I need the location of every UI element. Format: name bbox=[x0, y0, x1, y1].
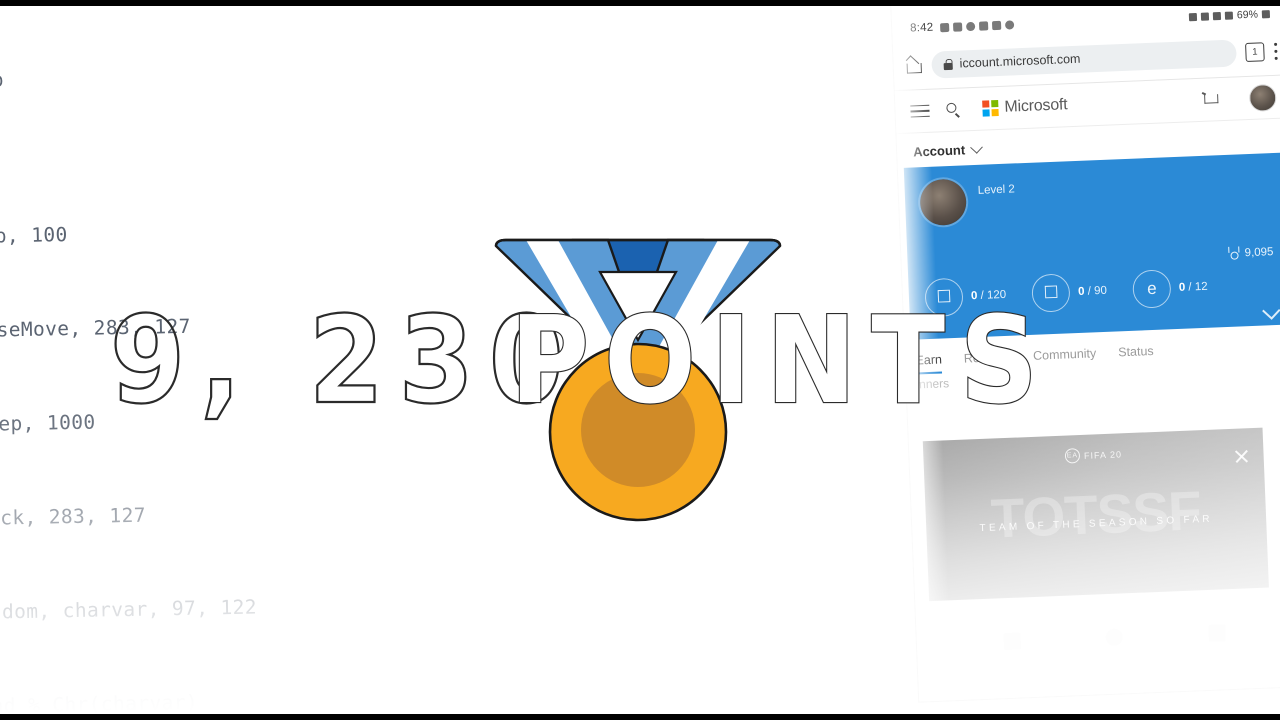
edge-icon: e bbox=[1132, 269, 1172, 309]
avatar[interactable] bbox=[1248, 83, 1277, 112]
stat-value: 0 / 90 bbox=[1077, 284, 1108, 298]
nav-icon-2[interactable] bbox=[1105, 627, 1124, 646]
hamburger-icon[interactable] bbox=[910, 104, 930, 119]
rewards-card[interactable]: Level 2 9,095 ☐ 0 / 120 ☐ 0 / 90 e 0 / 1… bbox=[903, 152, 1280, 340]
medal-icon bbox=[1227, 246, 1239, 259]
fifa-logo: EA FIFA 20 bbox=[1064, 446, 1123, 464]
mobile-search-icon: ☐ bbox=[924, 277, 964, 318]
account-label: Account bbox=[912, 141, 966, 159]
chevron-down-icon bbox=[970, 140, 983, 154]
sync-icon bbox=[979, 20, 989, 31]
url-text: iccount.microsoft.com bbox=[959, 51, 1081, 71]
ea-icon: EA bbox=[1064, 448, 1081, 464]
kebab-menu-icon[interactable] bbox=[1273, 42, 1278, 60]
link-icon bbox=[992, 20, 1002, 30]
phone-content: 8:42 69% iccount.microsoft.com 1 Microso… bbox=[891, 0, 1280, 702]
clock-icon bbox=[1005, 19, 1015, 30]
url-input[interactable]: iccount.microsoft.com bbox=[931, 38, 1237, 79]
tab-community[interactable]: Community bbox=[1033, 346, 1097, 363]
code-line: oop bbox=[0, 67, 5, 92]
home-icon[interactable] bbox=[905, 58, 923, 74]
rewards-level: Level 2 bbox=[977, 183, 1016, 197]
lock-icon bbox=[943, 58, 952, 69]
download-icon bbox=[953, 21, 963, 32]
nav-icon-3[interactable] bbox=[1208, 623, 1227, 642]
code-editor-screenshot: oop eep, 100 ouseMove, 283, 127 leep, 10… bbox=[0, 0, 400, 718]
rewards-avatar bbox=[919, 178, 968, 227]
rewards-stats: ☐ 0 / 120 ☐ 0 / 90 e 0 / 12 bbox=[908, 264, 1280, 318]
battery-icon bbox=[1261, 10, 1271, 19]
promo-banner[interactable]: EA FIFA 20 TOTSSF TEAM OF THE SEASON SO … bbox=[922, 427, 1269, 602]
phone-bottom-nav bbox=[916, 614, 1280, 660]
microsoft-wordmark: Microsoft bbox=[1004, 96, 1068, 116]
phone-screenshot: 8:42 69% iccount.microsoft.com 1 Microso… bbox=[891, 0, 1280, 702]
code-lines: oop eep, 100 ouseMove, 283, 127 leep, 10… bbox=[0, 0, 429, 720]
video-frame: oop eep, 100 ouseMove, 283, 127 leep, 10… bbox=[0, 0, 1280, 720]
fifa-logo-text: FIFA 20 bbox=[1083, 448, 1123, 461]
medal-emoji bbox=[488, 232, 788, 532]
code-line: ouseMove, 283, 127 bbox=[0, 314, 192, 342]
rewards-identity: Level 2 bbox=[977, 176, 1016, 197]
code-line: andom, charvar, 97, 122 bbox=[0, 595, 258, 624]
pc-search-icon: ☐ bbox=[1031, 273, 1071, 313]
bluetooth-icon bbox=[1188, 12, 1198, 22]
letterbox-bottom bbox=[0, 714, 1280, 720]
code-line: eep, 100 bbox=[0, 223, 68, 249]
code-line: lick, 283, 127 bbox=[0, 503, 147, 530]
letterbox-top bbox=[0, 0, 1280, 6]
cell-signal-icon bbox=[1224, 11, 1234, 20]
wifi-signal-icon bbox=[1212, 12, 1222, 21]
stat-pc-search[interactable]: ☐ 0 / 90 bbox=[1031, 272, 1107, 313]
vibrate-icon bbox=[1200, 12, 1210, 21]
code-line: leep, 1000 bbox=[0, 410, 96, 436]
status-time: 8:42 bbox=[909, 21, 934, 35]
medal-emoji-svg bbox=[494, 238, 782, 522]
wifi-icon bbox=[940, 22, 950, 32]
battery-percent: 69% bbox=[1236, 8, 1259, 22]
rewards-tabs: Earn Redeem Community Status bbox=[915, 332, 1280, 373]
rewards-points-value: 9,095 bbox=[1244, 245, 1274, 259]
tab-count-button[interactable]: 1 bbox=[1245, 41, 1265, 62]
chevron-down-icon[interactable] bbox=[1262, 301, 1280, 320]
close-icon[interactable] bbox=[1233, 448, 1250, 465]
medal-disc-inner bbox=[581, 373, 695, 487]
search-icon[interactable] bbox=[946, 102, 962, 118]
rewards-card-top: Level 2 bbox=[904, 152, 1280, 227]
status-notification-icons bbox=[940, 19, 1015, 32]
cart-icon[interactable] bbox=[1202, 92, 1220, 108]
tab-redeem[interactable]: Redeem bbox=[964, 350, 1012, 366]
message-icon bbox=[966, 21, 976, 31]
nav-icon-1[interactable] bbox=[1003, 632, 1022, 650]
stat-mobile-search[interactable]: ☐ 0 / 120 bbox=[924, 276, 1007, 318]
section-subtitle: inners bbox=[916, 376, 950, 392]
stat-value: 0 / 12 bbox=[1178, 280, 1208, 294]
microsoft-squares-icon bbox=[982, 100, 999, 117]
tab-status[interactable]: Status bbox=[1118, 344, 1154, 359]
status-right-icons: 69% bbox=[1188, 8, 1271, 23]
rewards-points-total: 9,095 bbox=[1227, 245, 1273, 260]
stat-edge-bonus[interactable]: e 0 / 12 bbox=[1132, 268, 1208, 309]
tab-earn[interactable]: Earn bbox=[915, 352, 942, 367]
stat-value: 0 / 120 bbox=[970, 288, 1007, 303]
microsoft-logo[interactable]: Microsoft bbox=[982, 96, 1068, 117]
